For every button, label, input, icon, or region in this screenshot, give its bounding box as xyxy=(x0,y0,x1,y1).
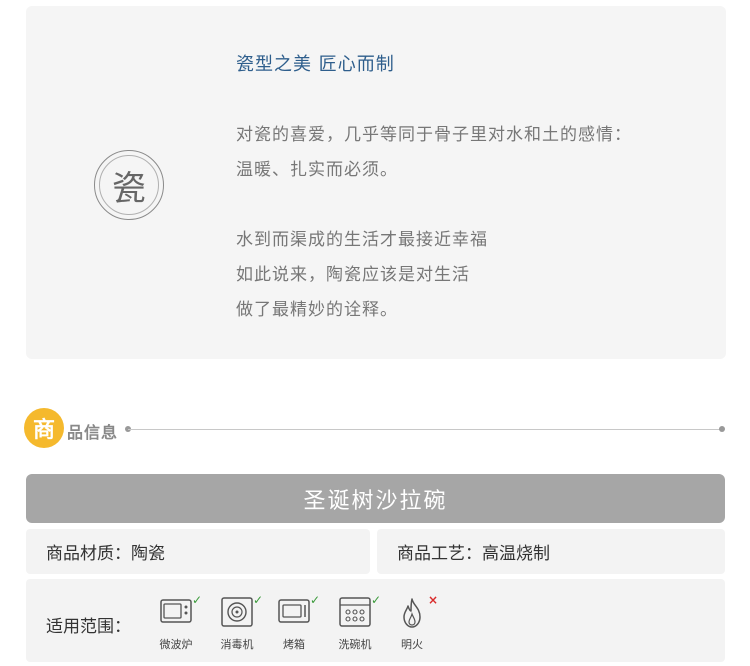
appliance-microwave: ✓ 微波炉 xyxy=(148,593,204,653)
intro-line-4: 如此说来，陶瓷应该是对生活 xyxy=(236,265,470,285)
usage-label: 适用范围： xyxy=(46,617,131,637)
unsupported-x-icon: × xyxy=(428,593,439,607)
appliance-dishwasher: ✓ 洗碗机 xyxy=(327,593,383,653)
appliance-label: 明火 xyxy=(401,638,423,651)
intro-line-5: 做了最精妙的诠释。 xyxy=(236,300,398,320)
supported-check-icon: ✓ xyxy=(192,593,203,607)
section-divider xyxy=(128,429,722,430)
product-name-bar: 圣诞树沙拉碗 xyxy=(26,474,725,523)
appliance-oven: ✓ 烤箱 xyxy=(266,593,322,653)
material-info: 商品材质：陶瓷 xyxy=(26,529,370,574)
supported-check-icon: ✓ xyxy=(310,593,321,607)
oven-icon xyxy=(278,599,310,623)
supported-check-icon: ✓ xyxy=(253,593,264,607)
intro-line-2: 温暖、扎实而必须。 xyxy=(236,160,398,180)
appliance-label: 消毒机 xyxy=(220,638,254,651)
intro-line-3: 水到而渠成的生活才最接近幸福 xyxy=(236,230,488,250)
supported-check-icon: ✓ xyxy=(371,593,382,607)
intro-line-1: 对瓷的喜爱，几乎等同于骨子里对水和土的感情： xyxy=(236,125,632,145)
seal-character: 瓷 xyxy=(112,168,146,209)
intro-panel: 瓷 瓷型之美 匠心而制 对瓷的喜爱，几乎等同于骨子里对水和土的感情： 温暖、扎实… xyxy=(26,6,726,359)
appliance-sterilizer: ✓ 消毒机 xyxy=(209,593,265,653)
usage-range-panel: 适用范围： ✓ 微波炉 ✓ 消毒机 ✓ 烤箱 ✓ 洗碗机 × 明火 xyxy=(26,579,725,662)
dishwasher-icon xyxy=(339,597,371,627)
section-line-end-dot xyxy=(719,426,725,432)
appliance-label: 洗碗机 xyxy=(338,638,372,651)
craft-info: 商品工艺：高温烧制 xyxy=(377,529,725,574)
intro-title: 瓷型之美 匠心而制 xyxy=(236,54,395,75)
section-title: 品信息 xyxy=(67,423,119,442)
sterilizer-icon xyxy=(221,597,253,627)
section-badge: 商 xyxy=(24,408,64,448)
flame-icon xyxy=(403,598,421,628)
appliance-open-flame: × 明火 xyxy=(384,593,440,653)
microwave-icon xyxy=(160,599,192,623)
porcelain-seal-logo: 瓷 xyxy=(94,150,164,220)
appliance-label: 微波炉 xyxy=(159,638,193,651)
appliance-label: 烤箱 xyxy=(283,638,305,651)
